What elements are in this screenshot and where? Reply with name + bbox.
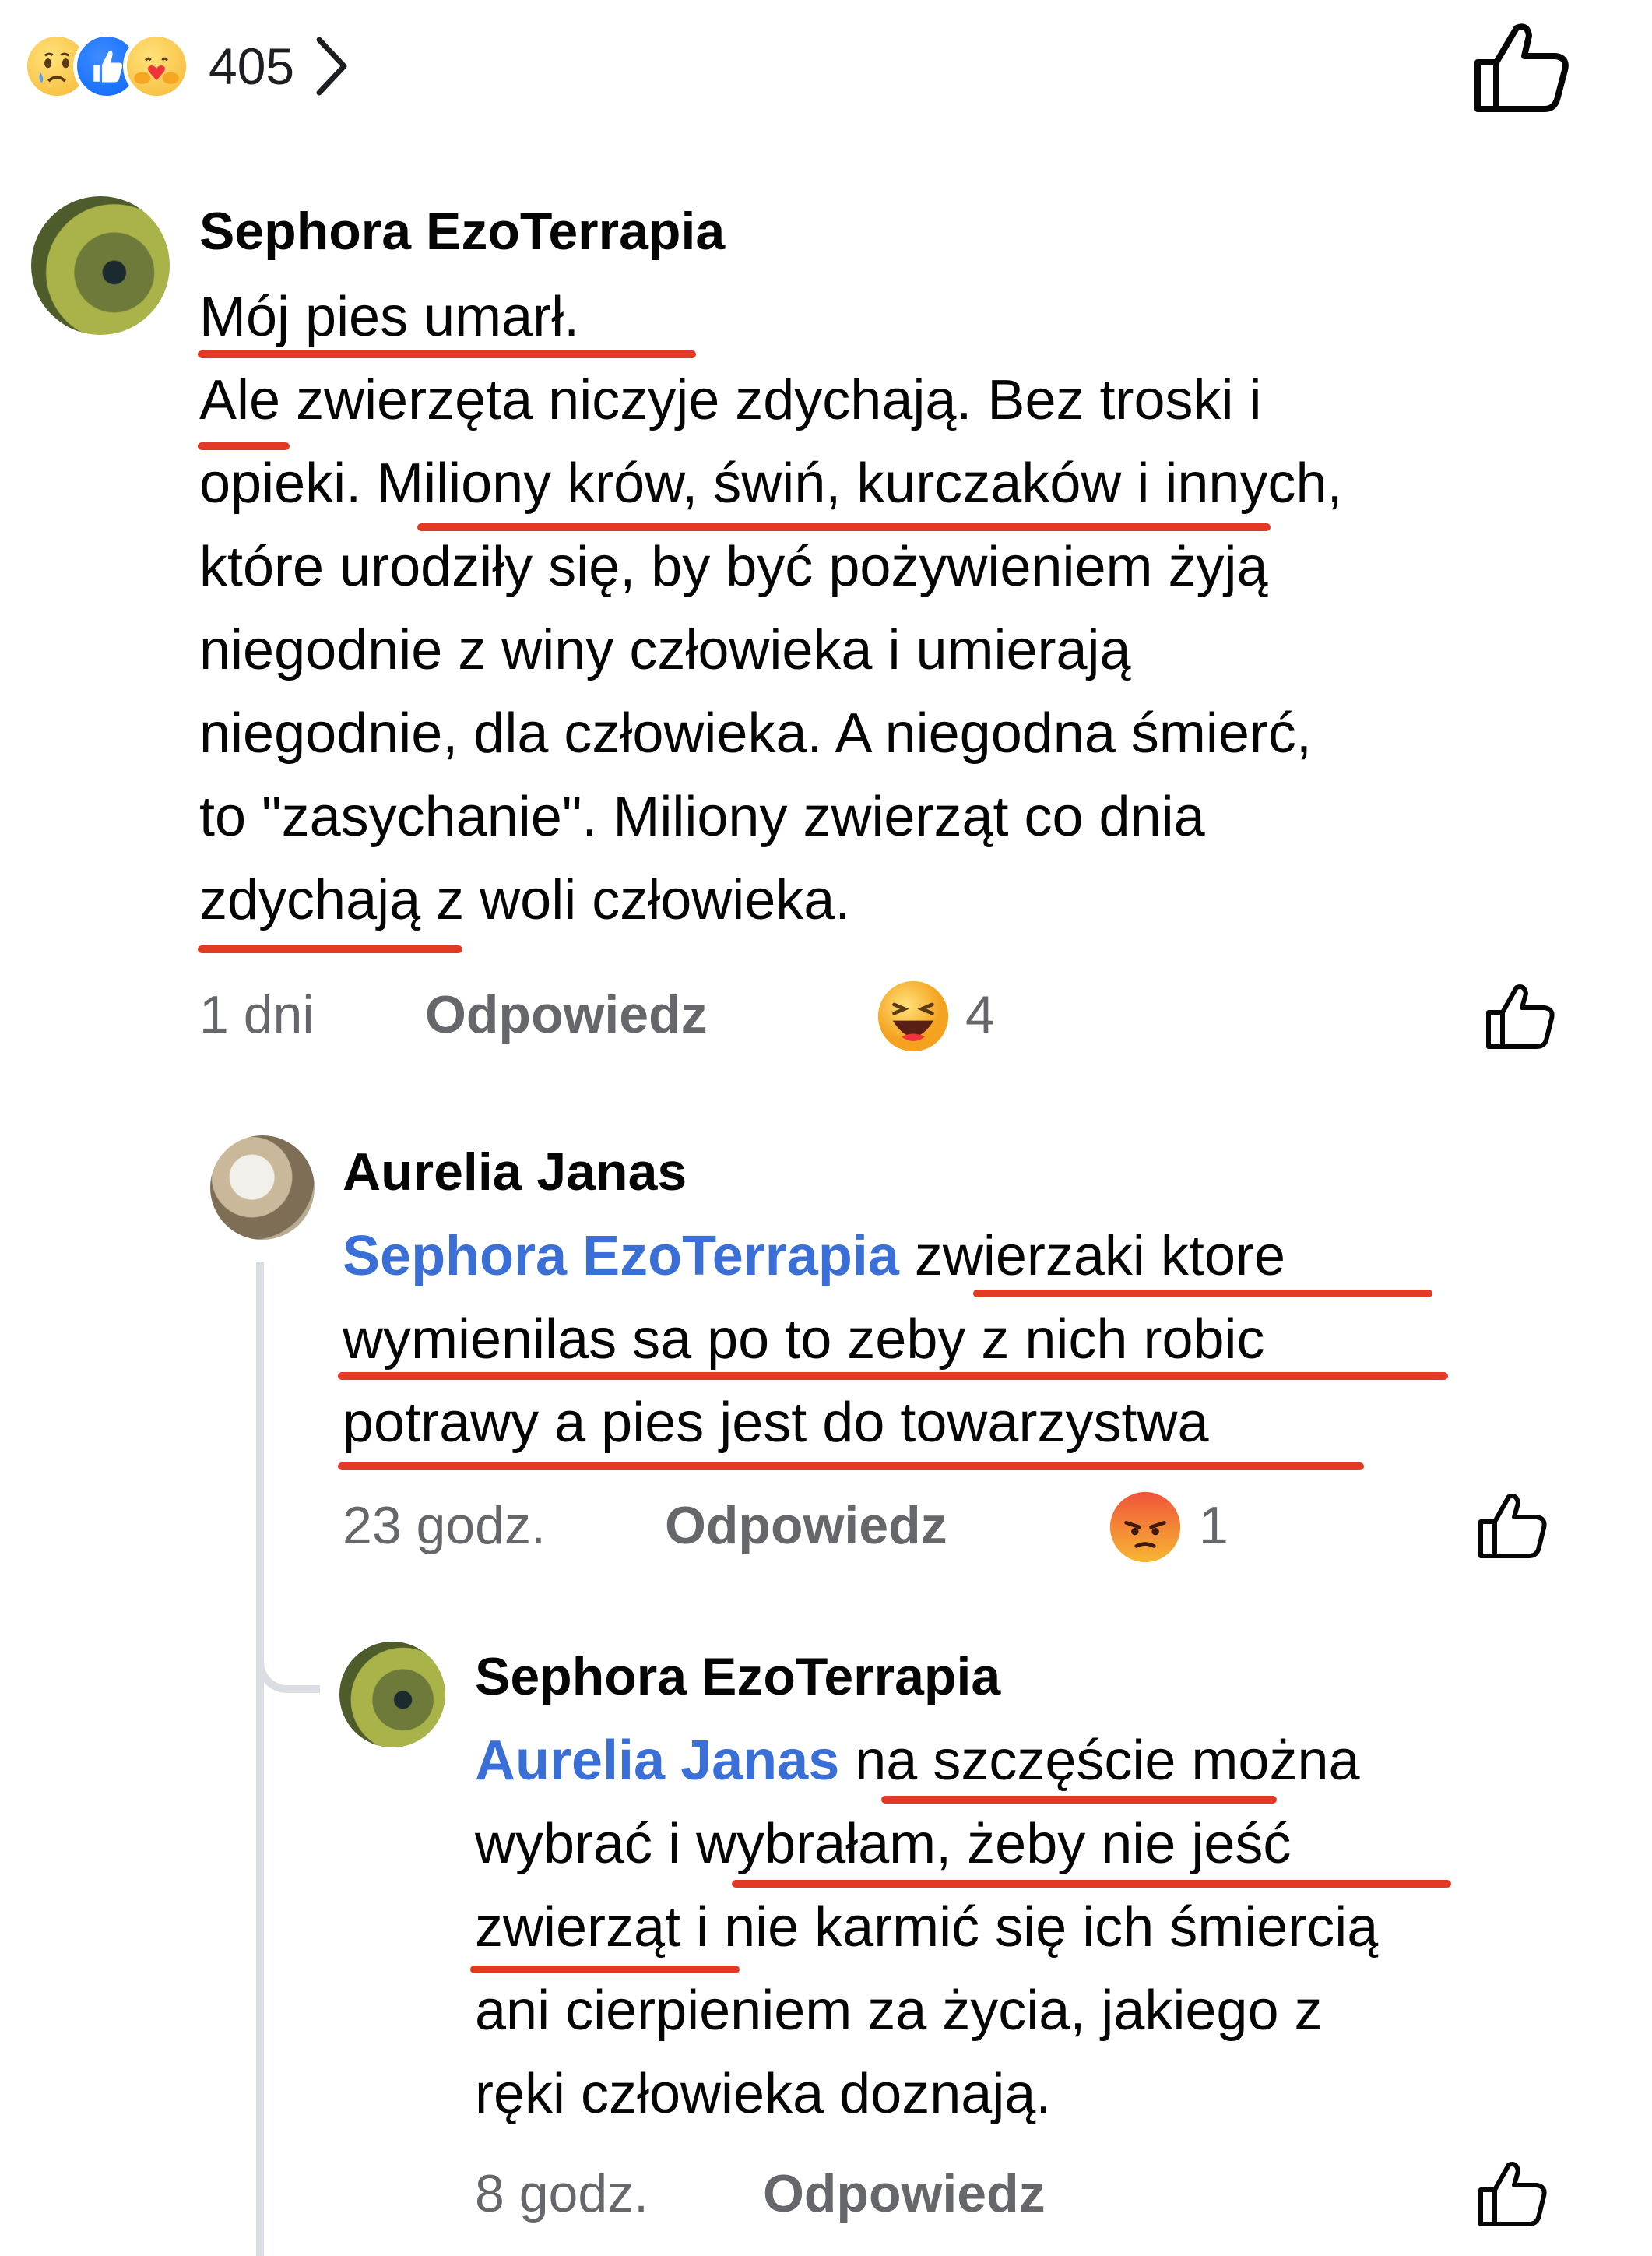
reply-button[interactable]: Odpowiedz bbox=[425, 984, 708, 1045]
like-button[interactable] bbox=[1484, 981, 1557, 1051]
like-button[interactable] bbox=[1476, 1491, 1549, 1561]
post-reactions-summary[interactable]: 405 bbox=[23, 23, 350, 109]
comment-author[interactable]: Sephora EzoTerrapia bbox=[199, 201, 725, 262]
highlight-underline bbox=[198, 945, 462, 953]
comment-author[interactable]: Aurelia Janas bbox=[343, 1142, 687, 1202]
comment-text: Sephora EzoTerrapia zwierzaki ktore wymi… bbox=[343, 1225, 1285, 1454]
comment-text: Aurelia Janas na szczęście można wybrać … bbox=[475, 1730, 1379, 2125]
avatar[interactable] bbox=[210, 1135, 315, 1240]
highlight-underline bbox=[338, 1372, 1448, 1380]
chevron-right-icon[interactable] bbox=[311, 35, 350, 97]
like-button[interactable] bbox=[1476, 2159, 1549, 2229]
reaction-count: 4 bbox=[965, 985, 995, 1044]
angry-emoji-icon[interactable] bbox=[1109, 1491, 1182, 1564]
avatar[interactable] bbox=[339, 1642, 445, 1747]
reaction-count: 1 bbox=[1199, 1496, 1228, 1555]
mention-link[interactable]: Aurelia Janas bbox=[475, 1730, 839, 1792]
highlight-underline bbox=[973, 1290, 1432, 1297]
thread-connector bbox=[256, 1629, 320, 1693]
thumbs-up-icon bbox=[1478, 1494, 1547, 1558]
thread-line bbox=[256, 1262, 264, 2256]
highlight-underline bbox=[470, 1966, 740, 1973]
avatar[interactable] bbox=[31, 196, 170, 335]
highlight-underline bbox=[198, 442, 290, 450]
reply-button[interactable]: Odpowiedz bbox=[763, 2163, 1046, 2224]
comment-timestamp: 1 dni bbox=[199, 985, 315, 1044]
highlight-underline bbox=[338, 1462, 1364, 1470]
comment-text: Mój pies umarł. Ale zwierzęta niczyje zd… bbox=[199, 286, 1343, 931]
highlight-underline bbox=[417, 523, 1271, 531]
thumbs-up-icon bbox=[1486, 984, 1555, 1049]
reaction-count: 405 bbox=[209, 37, 295, 95]
highlight-underline bbox=[881, 1796, 1277, 1804]
comment-author[interactable]: Sephora EzoTerrapia bbox=[475, 1646, 1000, 1707]
comment-timestamp: 23 godz. bbox=[343, 1496, 546, 1555]
highlight-underline bbox=[732, 1880, 1451, 1888]
haha-emoji-icon[interactable] bbox=[877, 980, 950, 1053]
post-like-button[interactable] bbox=[1471, 19, 1573, 115]
thumbs-up-icon bbox=[1478, 2162, 1547, 2226]
thumbs-up-icon bbox=[1474, 23, 1569, 112]
care-emoji-icon bbox=[123, 33, 190, 100]
comment-timestamp: 8 godz. bbox=[475, 2164, 649, 2223]
highlight-underline bbox=[198, 350, 696, 358]
mention-link[interactable]: Sephora EzoTerrapia bbox=[343, 1225, 899, 1287]
reply-button[interactable]: Odpowiedz bbox=[665, 1495, 947, 1556]
